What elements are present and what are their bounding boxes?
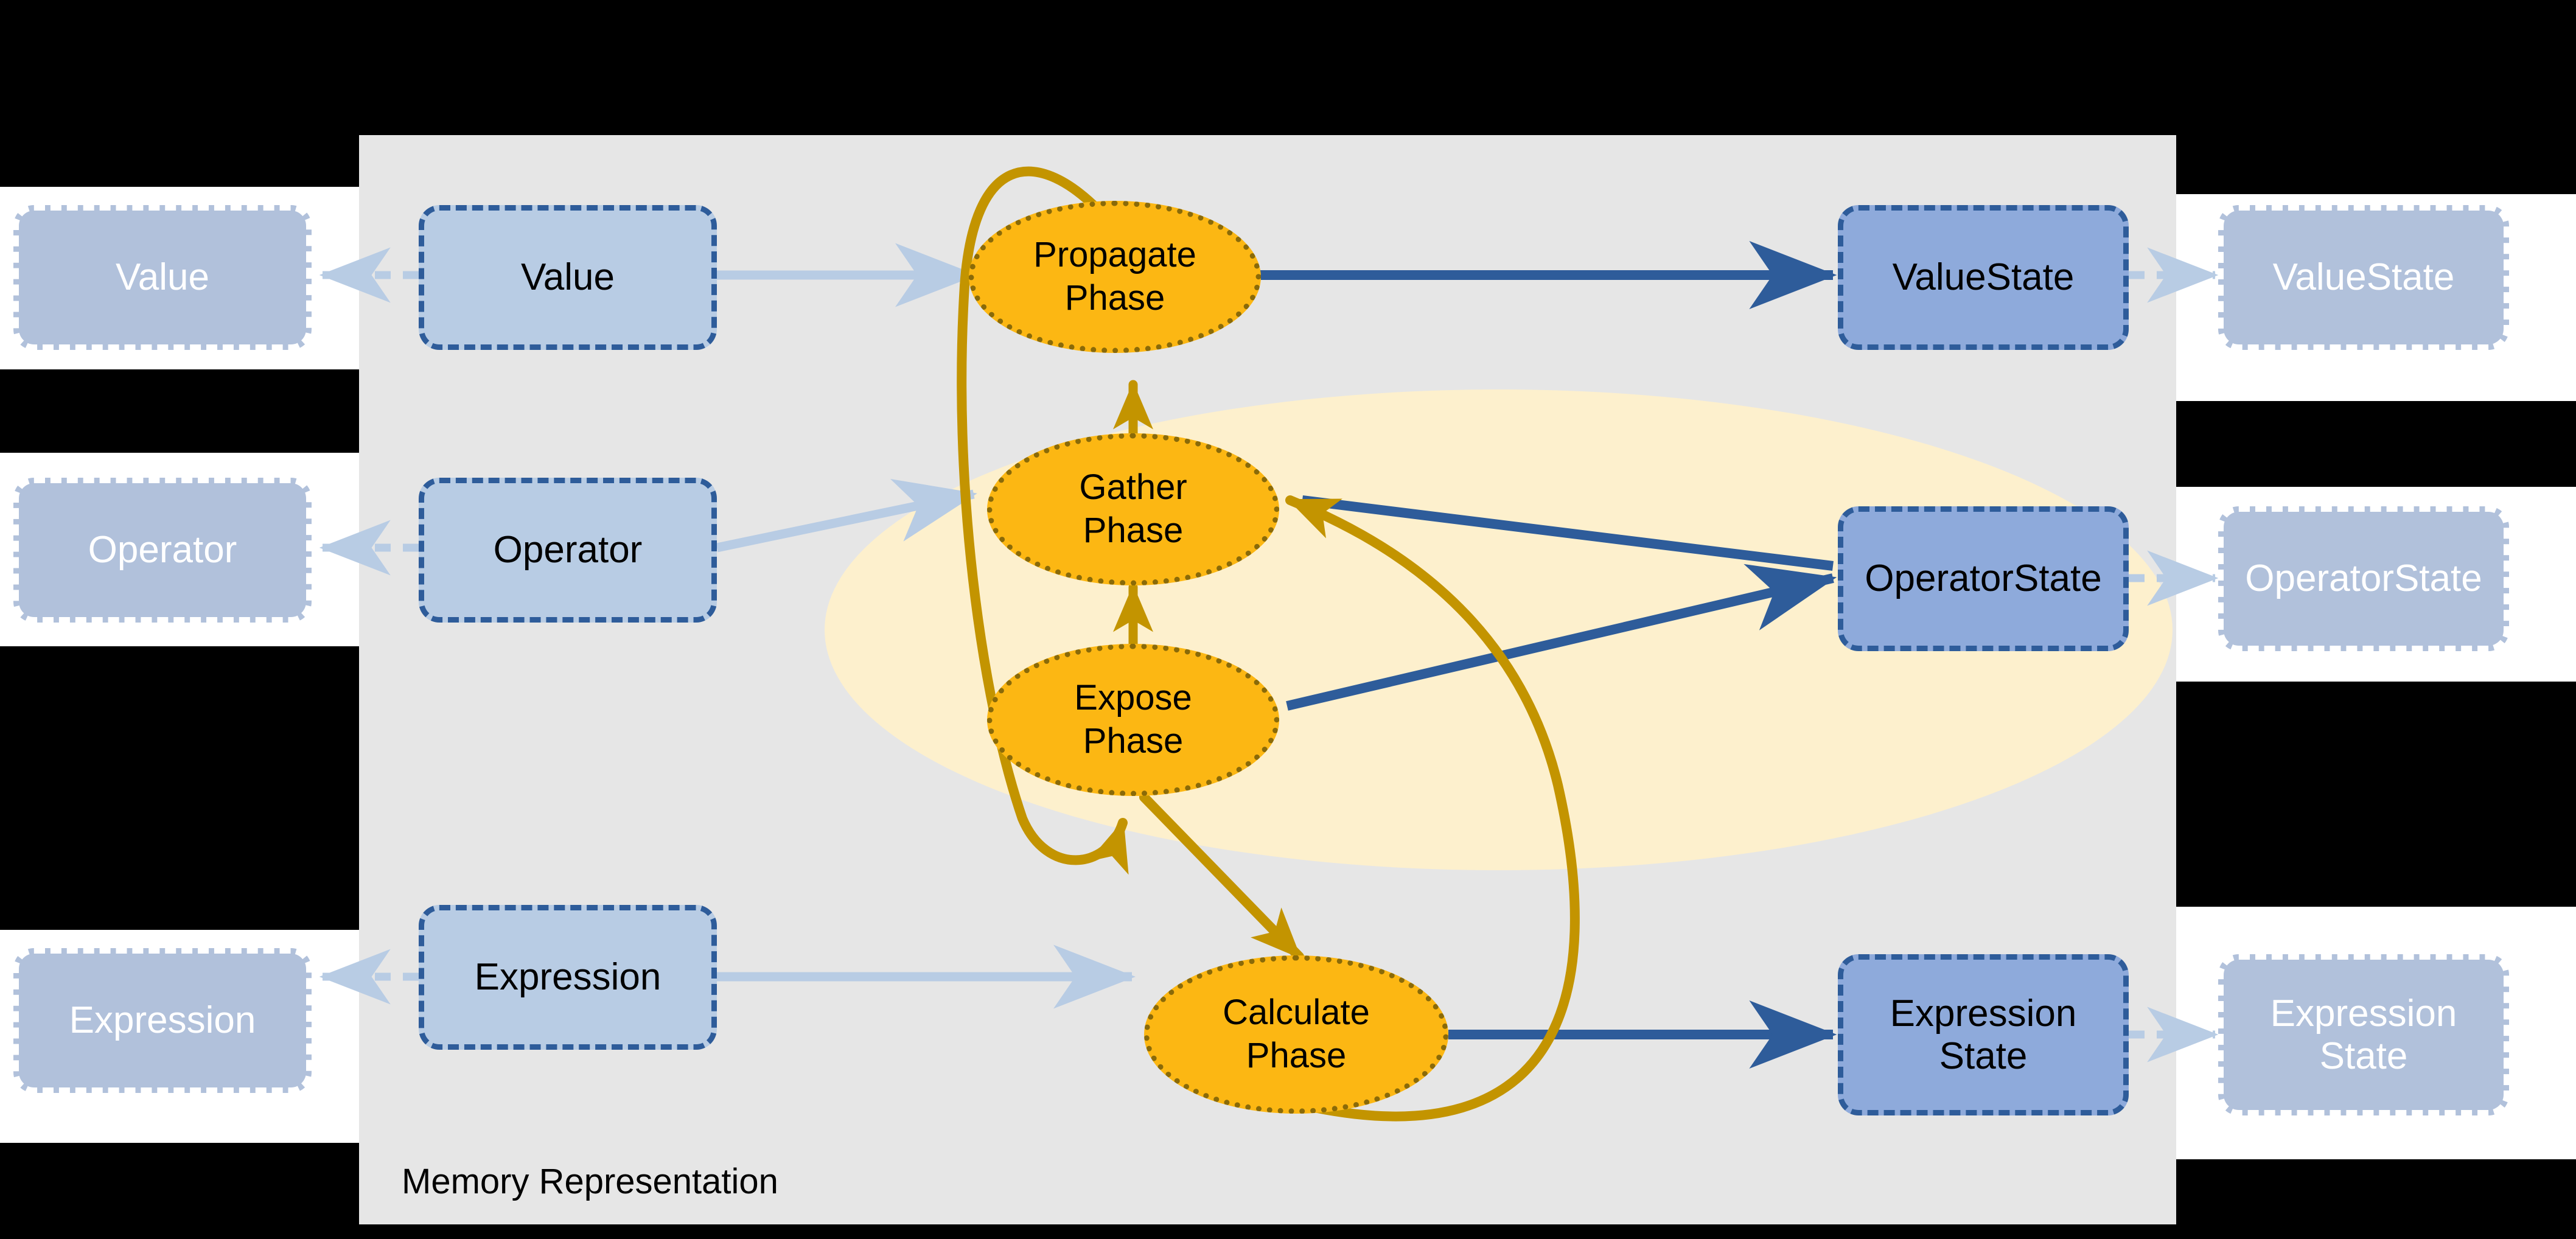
phase-gather[interactable]: Gather Phase	[987, 433, 1279, 585]
phase-calculate[interactable]: Calculate Phase	[1144, 955, 1448, 1114]
ghost-box-value-label: Value	[116, 256, 209, 299]
ghost-box-expression: Expression	[13, 948, 312, 1093]
link-operatorstate-to-gather	[1302, 495, 1834, 571]
state-box-expression-state[interactable]: Expression State	[1838, 954, 2129, 1115]
state-box-operator-state-label: OperatorState	[1865, 557, 2102, 600]
memory-box-expression-label: Expression	[474, 956, 661, 999]
state-box-expression-state-line1: Expression	[1890, 993, 2077, 1035]
ghost-box-value-state-label: ValueState	[2272, 256, 2455, 299]
state-box-value-state-label: ValueState	[1892, 256, 2075, 299]
memory-box-operator[interactable]: Operator	[419, 478, 717, 623]
ghost-box-value: Value	[13, 205, 312, 350]
phase-propagate-line2: Phase	[1064, 278, 1165, 318]
ghost-box-operator: Operator	[13, 478, 312, 623]
state-box-value-state[interactable]: ValueState	[1838, 205, 2129, 350]
ghost-box-expression-state-line1: Expression	[2270, 993, 2457, 1035]
memory-box-expression[interactable]: Expression	[419, 905, 717, 1050]
phase-calculate-line2: Phase	[1246, 1036, 1347, 1075]
link-memory-to-phase	[716, 243, 1136, 1009]
memory-box-value[interactable]: Value	[419, 205, 717, 350]
state-box-operator-state[interactable]: OperatorState	[1838, 506, 2129, 651]
phase-expose[interactable]: Expose Phase	[987, 644, 1279, 796]
memory-box-value-label: Value	[521, 256, 615, 299]
phase-gather-line1: Gather	[1079, 467, 1187, 508]
memory-box-operator-label: Operator	[493, 529, 643, 571]
ghost-box-operator-state-label: OperatorState	[2245, 557, 2482, 600]
link-state-to-ghost-right	[2129, 247, 2219, 1063]
ghost-box-expression-label: Expression	[69, 999, 256, 1042]
state-box-expression-state-line2: State	[1939, 1035, 2028, 1077]
phase-propagate-line1: Propagate	[1033, 235, 1196, 275]
diagram-canvas: phases (solid light blue) --> state boxe…	[0, 0, 2576, 1239]
memory-representation-label: Memory Representation	[402, 1162, 778, 1201]
phase-calculate-line1: Calculate	[1223, 993, 1370, 1033]
ghost-box-operator-state: OperatorState	[2218, 506, 2509, 651]
ghost-box-expression-state-line2: State	[2319, 1035, 2408, 1077]
phase-expose-line2: Phase	[1083, 721, 1184, 761]
ghost-box-operator-label: Operator	[88, 529, 237, 571]
ghost-box-expression-state: Expression State	[2218, 954, 2509, 1115]
phase-expose-line1: Expose	[1074, 678, 1192, 718]
phase-gather-line2: Phase	[1083, 511, 1184, 550]
ghost-box-value-state: ValueState	[2218, 205, 2509, 350]
link-phase-to-state	[1193, 241, 1837, 1069]
link-inner-to-ghost-left	[319, 247, 419, 1005]
phase-propagate[interactable]: Propagate Phase	[969, 201, 1261, 353]
